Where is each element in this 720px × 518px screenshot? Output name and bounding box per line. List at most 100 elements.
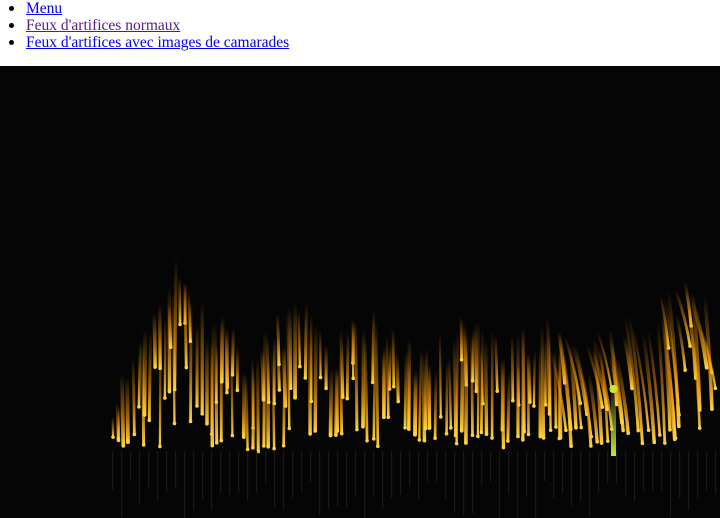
spark-reflection [265, 451, 267, 484]
spark [251, 446, 255, 450]
spark [200, 412, 205, 416]
spark-trail [260, 348, 266, 402]
spark [386, 415, 391, 420]
spark-reflection [535, 451, 537, 518]
fireworks-stage[interactable] [0, 66, 720, 518]
spark-reflection [463, 451, 465, 516]
menu-link[interactable]: Menu [26, 0, 62, 17]
spark-reflection [643, 451, 645, 492]
spark-trail [275, 311, 281, 366]
spark-trail [351, 317, 355, 380]
spark-reflection [661, 451, 663, 492]
spark [277, 388, 282, 392]
spark [126, 440, 130, 444]
spark [172, 387, 177, 392]
spark [158, 444, 162, 449]
spark-trail [142, 327, 148, 417]
photo-fireworks-link[interactable]: Feux d'artifices avec images de camarade… [26, 34, 289, 51]
spark-trail [215, 343, 219, 404]
spark [142, 413, 147, 417]
spark [116, 436, 121, 441]
spark [391, 384, 396, 389]
spark-reflection [499, 451, 501, 518]
spark-trail [219, 314, 225, 384]
spark-trail [313, 322, 318, 433]
spark-reflection [175, 451, 177, 489]
spark-reflection [553, 451, 555, 498]
nav-item-photo-fireworks: Feux d'artifices avec images de camarade… [9, 34, 720, 51]
spark-trail [371, 308, 376, 384]
spark [158, 366, 162, 371]
spark-trail [418, 347, 423, 442]
spark [490, 436, 494, 440]
spark-trail [455, 329, 459, 445]
spark-trail [334, 364, 339, 437]
spark-trail [282, 341, 287, 448]
spark-trail [374, 318, 380, 448]
spark-trail [178, 275, 182, 326]
spark [339, 431, 344, 436]
spark [621, 428, 625, 433]
spark [600, 405, 605, 409]
spark-reflection [715, 451, 717, 495]
spark-trail [447, 356, 453, 430]
spark [578, 401, 583, 406]
nav-item-normal-fireworks: Feux d'artifices normaux [9, 17, 720, 34]
spark [526, 432, 531, 437]
spark-trail [115, 401, 120, 441]
spark [132, 432, 137, 437]
spark-reflection [607, 451, 609, 484]
spark-reflection [157, 451, 159, 501]
spark-trail [506, 370, 512, 443]
rocket-head [609, 385, 618, 393]
spark-reflection [625, 451, 627, 496]
spark [272, 401, 277, 406]
spark [365, 438, 369, 443]
spark-reflection [472, 451, 474, 514]
spark-reflection [634, 451, 636, 502]
spark-reflection [301, 451, 303, 492]
spark [382, 415, 386, 420]
spark [111, 435, 115, 439]
spark-reflection [481, 451, 483, 485]
spark-reflection [238, 451, 240, 494]
spark-trail [540, 323, 546, 440]
spark-reflection [544, 451, 546, 482]
spark [163, 396, 167, 400]
spark-reflection [517, 451, 519, 518]
spark-reflection [616, 451, 618, 484]
spark [308, 432, 312, 436]
fireworks-canvas[interactable] [0, 66, 720, 518]
spark [657, 433, 662, 437]
bullet-icon [9, 40, 14, 45]
spark [449, 426, 453, 430]
spark [219, 438, 224, 443]
spark-trail [363, 337, 369, 443]
spark-reflection [202, 451, 204, 499]
spark [184, 365, 189, 370]
spark [188, 339, 193, 344]
spark [413, 432, 417, 437]
spark [188, 419, 193, 424]
spark-reflection [274, 451, 276, 508]
spark-trail [675, 313, 687, 372]
spark [427, 424, 432, 428]
spark [506, 439, 510, 443]
spark-trail [510, 334, 515, 403]
spark-reflection [148, 451, 150, 487]
spark-trails [111, 256, 718, 518]
spark [214, 440, 219, 445]
spark-reflection [328, 451, 330, 509]
normal-fireworks-link[interactable]: Feux d'artifices normaux [26, 17, 180, 34]
spark-trail [119, 371, 126, 448]
spark-reflection [319, 451, 321, 515]
spark-trail [137, 339, 142, 409]
spark-reflection [166, 451, 168, 492]
spark [652, 440, 657, 445]
spark [501, 445, 506, 450]
spark-reflection [139, 451, 141, 505]
spark-trail [345, 330, 350, 401]
spark-reflection [679, 451, 681, 498]
spark [646, 428, 651, 433]
spark-reflection [121, 451, 123, 518]
